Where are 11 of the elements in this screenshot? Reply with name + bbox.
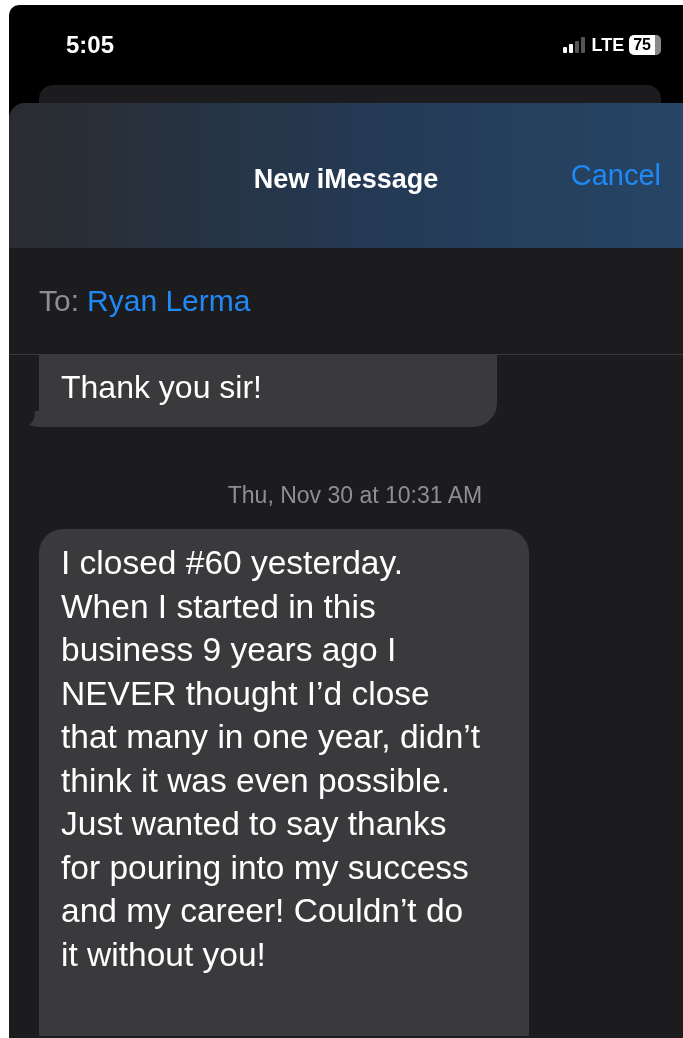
network-label: LTE: [591, 34, 625, 56]
recipient-name[interactable]: Ryan Lerma: [87, 284, 251, 318]
cancel-button[interactable]: Cancel: [570, 159, 661, 192]
to-label: To:: [39, 284, 80, 318]
status-time: 5:05: [66, 31, 115, 59]
bubble-tail-icon: [29, 411, 41, 427]
sheet-title: New iMessage: [253, 164, 439, 195]
battery-level: 75: [629, 35, 661, 55]
message-bubble: I closed #60 yesterday. When I started in this business 9 years ago I NEVER thought I’d close that many in one year, didn’t think it was even possible. Just wanted to say thanks for pouring into my success and my career! Couldn’t do it without you!: [39, 529, 529, 1036]
message-timestamp: Thu, Nov 30 at 10:31 AM: [227, 482, 483, 509]
signal-icon: [562, 37, 587, 53]
